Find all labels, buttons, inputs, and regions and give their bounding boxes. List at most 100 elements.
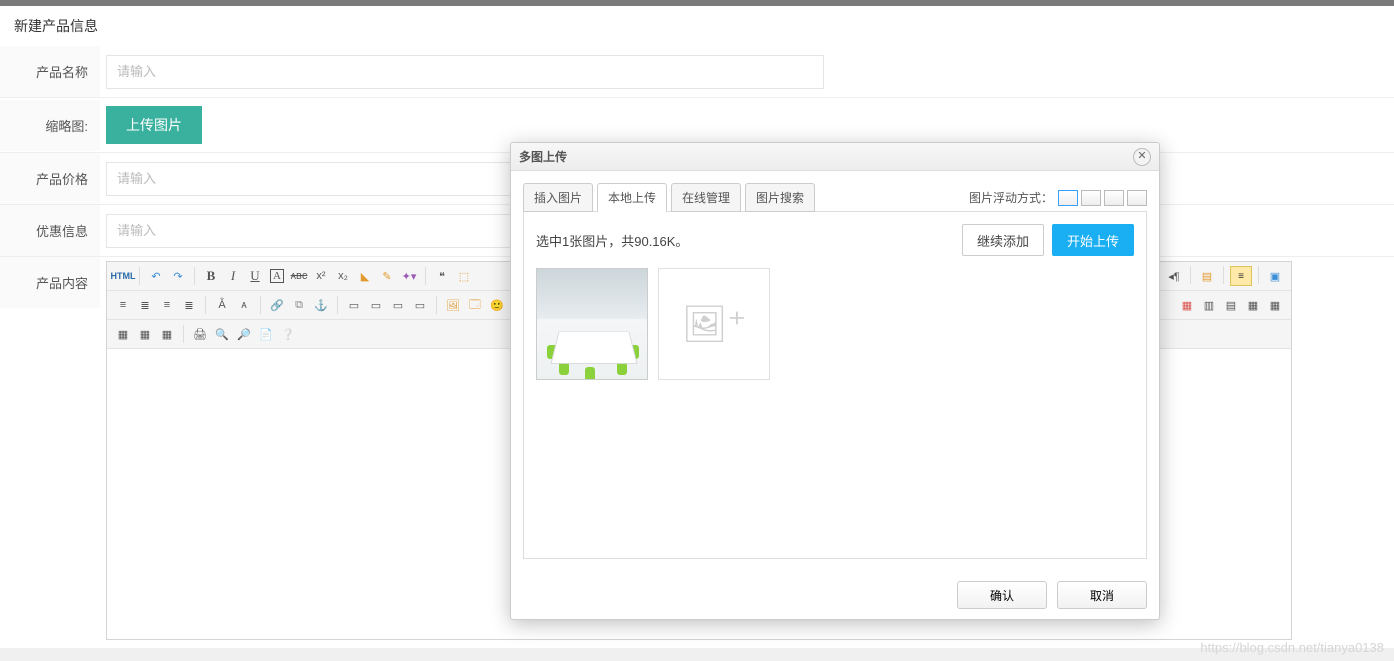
separator <box>425 267 426 285</box>
align-center-icon[interactable]: ≣ <box>135 295 155 315</box>
label-product-name: 产品名称 <box>0 46 100 97</box>
table3-icon[interactable]: ▦ <box>157 324 177 344</box>
table-merge-icon[interactable]: ▦ <box>1265 295 1285 315</box>
redo-icon[interactable]: ↷ <box>168 266 188 286</box>
italic-icon[interactable]: I <box>223 266 243 286</box>
image-center-icon[interactable]: ▭ <box>388 295 408 315</box>
search-icon[interactable]: 🔎 <box>234 324 254 344</box>
bold-icon[interactable]: B <box>201 266 221 286</box>
add-image-placeholder-icon: 🖼⁺ <box>682 303 747 345</box>
paint-icon[interactable]: ✦▾ <box>399 266 419 286</box>
format-brush-icon[interactable]: ✎ <box>377 266 397 286</box>
source-html-icon[interactable]: HTML <box>113 266 133 286</box>
label-content: 产品内容 <box>0 257 100 308</box>
fontborder-icon[interactable]: A <box>267 266 287 286</box>
page-title: 新建产品信息 <box>0 6 1394 46</box>
insert-image-icon[interactable]: 🖼 <box>443 295 463 315</box>
dialog-header[interactable]: 多图上传 ✕ <box>511 143 1159 171</box>
label-promo: 优惠信息 <box>0 205 100 256</box>
separator <box>436 296 437 314</box>
image-left-icon[interactable]: ▭ <box>344 295 364 315</box>
separator <box>183 325 184 343</box>
cancel-button[interactable]: 取消 <box>1057 581 1147 609</box>
multi-image-upload-dialog: 多图上传 ✕ 插入图片 本地上传 在线管理 图片搜索 图片浮动方式： 选中1张图… <box>510 142 1160 620</box>
table1-icon[interactable]: ▦ <box>113 324 133 344</box>
upload-status-text: 选中1张图片，共90.16K。 <box>536 231 688 250</box>
print-icon[interactable]: 🖨 <box>190 324 210 344</box>
blockquote-icon[interactable]: ❝ <box>432 266 452 286</box>
eraser-icon[interactable]: ◣ <box>355 266 375 286</box>
dialog-tab-row: 插入图片 本地上传 在线管理 图片搜索 图片浮动方式： <box>523 183 1147 212</box>
thumbnail-image <box>537 269 647 379</box>
separator <box>1223 266 1224 284</box>
toolbar-row2-right: ▦ ▥ ▤ ▦ ▦ <box>1177 295 1285 315</box>
image-none-icon[interactable]: ▭ <box>410 295 430 315</box>
add-image-button[interactable]: 🖼⁺ <box>658 268 770 380</box>
toolbar-row1-right: ¶▸ ◂¶ ▤ ≡ ▣ <box>1142 266 1285 286</box>
separator <box>1190 266 1191 284</box>
direction-rtl-icon[interactable]: ◂¶ <box>1164 266 1184 286</box>
dialog-tabs: 插入图片 本地上传 在线管理 图片搜索 <box>523 183 815 212</box>
date-icon[interactable]: 📄 <box>256 324 276 344</box>
align-right-icon[interactable]: ≡ <box>157 295 177 315</box>
indent-icon[interactable]: ▤ <box>1197 266 1217 286</box>
subscript-icon[interactable]: x₂ <box>333 266 353 286</box>
label-thumbnail: 缩略图: <box>0 100 100 151</box>
underline-icon[interactable]: U <box>245 266 265 286</box>
row-product-name: 产品名称 <box>0 46 1394 98</box>
emotion-icon[interactable]: 🗔 <box>465 295 485 315</box>
font-inc-icon[interactable]: A̐ <box>212 295 232 315</box>
upload-content-box: 选中1张图片，共90.16K。 继续添加 开始上传 🖼⁺ <box>523 211 1147 559</box>
dialog-body: 插入图片 本地上传 在线管理 图片搜索 图片浮动方式： 选中1张图片，共90.1… <box>511 171 1159 571</box>
float-mode-default-icon[interactable] <box>1058 190 1078 206</box>
separator <box>337 296 338 314</box>
align-left-icon[interactable]: ≡ <box>113 295 133 315</box>
preview-icon[interactable]: 🔍 <box>212 324 232 344</box>
float-mode-label: 图片浮动方式： <box>969 189 1053 206</box>
thumbnail-list: 🖼⁺ <box>536 268 1134 380</box>
font-dec-icon[interactable]: ᴀ <box>234 295 254 315</box>
help-icon[interactable]: ❔ <box>278 324 298 344</box>
confirm-button[interactable]: 确认 <box>957 581 1047 609</box>
tab-local-upload[interactable]: 本地上传 <box>597 183 667 212</box>
start-upload-button[interactable]: 开始上传 <box>1052 224 1134 256</box>
upload-thumbnail-button[interactable]: 上传图片 <box>106 106 202 144</box>
table-rows-icon[interactable]: ▥ <box>1199 295 1219 315</box>
continue-add-button[interactable]: 继续添加 <box>962 224 1044 256</box>
undo-icon[interactable]: ↶ <box>146 266 166 286</box>
table-insert-icon[interactable]: ▦ <box>1177 295 1197 315</box>
label-price: 产品价格 <box>0 153 100 204</box>
rowspacing-icon[interactable]: ≡ <box>1230 266 1252 286</box>
tab-image-search[interactable]: 图片搜索 <box>745 183 815 212</box>
separator <box>194 267 195 285</box>
layout-icon[interactable]: ▣ <box>1265 266 1285 286</box>
unlink-icon[interactable]: ⧉ <box>289 295 309 315</box>
table-cols-icon[interactable]: ▤ <box>1221 295 1241 315</box>
anchor-icon[interactable]: ⚓ <box>311 295 331 315</box>
strikethrough-icon[interactable]: ᴀʙᴄ <box>289 266 309 286</box>
float-mode-left-icon[interactable] <box>1081 190 1101 206</box>
watermark: https://blog.csdn.net/tianya0138 <box>1200 640 1384 655</box>
table-props-icon[interactable]: ▦ <box>1243 295 1263 315</box>
align-justify-icon[interactable]: ≣ <box>179 295 199 315</box>
image-right-icon[interactable]: ▭ <box>366 295 386 315</box>
fontfamily-icon[interactable]: ⬚ <box>454 266 474 286</box>
thumbnail-item-1[interactable] <box>536 268 648 380</box>
tab-online-manage[interactable]: 在线管理 <box>671 183 741 212</box>
separator <box>205 296 206 314</box>
separator <box>1258 266 1259 284</box>
float-mode-group: 图片浮动方式： <box>969 189 1147 206</box>
smiley-icon[interactable]: 🙂 <box>487 295 507 315</box>
float-mode-right-icon[interactable] <box>1104 190 1124 206</box>
tab-insert-image[interactable]: 插入图片 <box>523 183 593 212</box>
separator <box>260 296 261 314</box>
link-icon[interactable]: 🔗 <box>267 295 287 315</box>
product-name-input[interactable] <box>106 55 824 89</box>
float-mode-center-icon[interactable] <box>1127 190 1147 206</box>
separator <box>139 267 140 285</box>
table2-icon[interactable]: ▦ <box>135 324 155 344</box>
superscript-icon[interactable]: x² <box>311 266 331 286</box>
close-icon[interactable]: ✕ <box>1133 148 1151 166</box>
upload-status-row: 选中1张图片，共90.16K。 继续添加 开始上传 <box>536 224 1134 256</box>
dialog-title: 多图上传 <box>519 148 567 165</box>
